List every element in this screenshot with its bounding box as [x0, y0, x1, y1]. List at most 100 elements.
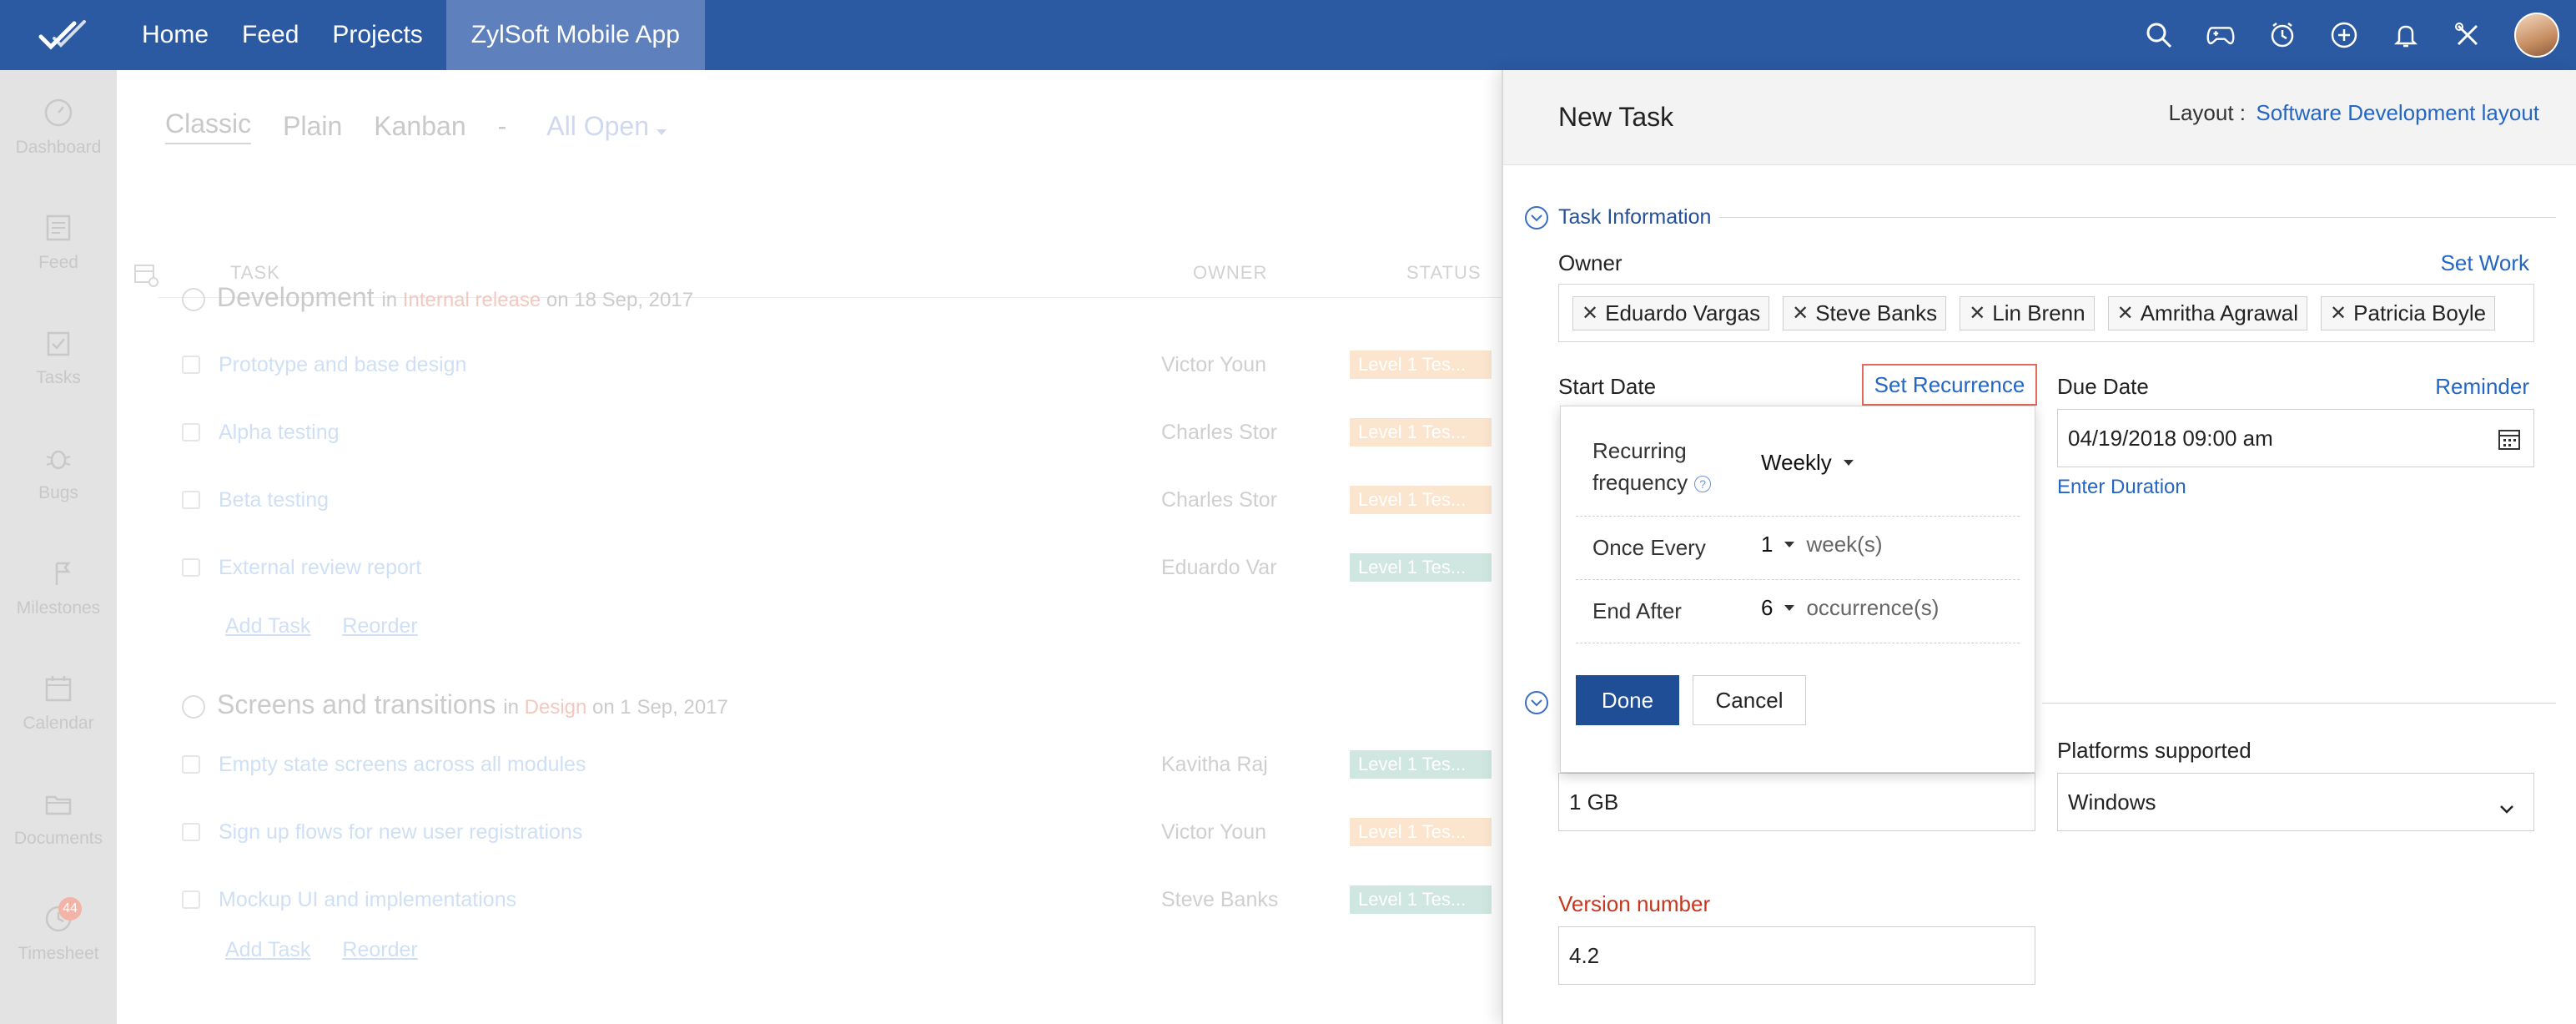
status-badge[interactable]: Level 1 Tes...: [1350, 750, 1492, 779]
sidebar-item-dashboard[interactable]: Dashboard: [0, 70, 117, 185]
add-task-link[interactable]: Add Task: [225, 938, 310, 962]
collapse-icon[interactable]: [1525, 205, 1548, 230]
status-badge[interactable]: Level 1 Tes...: [1350, 418, 1492, 446]
table-row[interactable]: Beta testing Charles Stor Level 1 Tes...: [182, 483, 1500, 517]
tab-plain[interactable]: Plain: [283, 111, 342, 142]
remove-icon[interactable]: ✕: [1969, 301, 1985, 325]
nav-projects[interactable]: Projects: [315, 0, 439, 70]
gamepad-icon[interactable]: [2206, 20, 2236, 50]
app-logo-icon[interactable]: [0, 0, 125, 70]
feed-icon: [46, 214, 71, 241]
left-sidebar: Dashboard Feed Tasks Bugs Milestones Cal…: [0, 70, 117, 1024]
table-row[interactable]: Prototype and base design Victor Youn Le…: [182, 348, 1500, 381]
tools-icon[interactable]: [2453, 20, 2483, 50]
table-row[interactable]: Mockup UI and implementations Steve Bank…: [182, 883, 1500, 916]
version-input[interactable]: 4.2: [1558, 926, 2035, 985]
section-task-information[interactable]: Task Information: [1525, 205, 2556, 230]
timer-icon[interactable]: [2267, 20, 2297, 50]
due-date-label: Due Date: [2057, 374, 2149, 399]
remove-icon[interactable]: ✕: [1582, 301, 1598, 325]
dashboard-icon: [44, 98, 73, 127]
milestone-icon: [55, 562, 71, 585]
row-checkbox[interactable]: [182, 558, 200, 577]
reorder-link[interactable]: Reorder: [342, 938, 417, 962]
task-name[interactable]: Sign up flows for new user registrations: [219, 820, 1161, 845]
task-name[interactable]: Alpha testing: [219, 421, 1161, 445]
sidebar-item-milestones[interactable]: Milestones: [0, 531, 117, 646]
nav-home[interactable]: Home: [125, 0, 225, 70]
enter-duration-link[interactable]: Enter Duration: [2057, 476, 2186, 499]
set-work-link[interactable]: Set Work: [2441, 250, 2529, 276]
column-settings-icon[interactable]: [133, 264, 158, 291]
timesheet-badge: 44: [58, 897, 82, 921]
task-owner: Charles Stor: [1161, 420, 1277, 444]
bell-icon[interactable]: [2391, 20, 2421, 50]
task-name[interactable]: Prototype and base design: [219, 353, 1161, 377]
sidebar-item-timesheet[interactable]: Timesheet: [0, 876, 117, 991]
once-every-select[interactable]: 1 week(s): [1761, 532, 1882, 557]
nav-active-project[interactable]: ZylSoft Mobile App: [445, 0, 705, 70]
collapse-icon[interactable]: [182, 287, 205, 311]
search-icon[interactable]: [2144, 20, 2174, 50]
task-name[interactable]: Mockup UI and implementations: [219, 888, 1161, 912]
owner-field[interactable]: ✕ Eduardo Vargas ✕ Steve Banks ✕ Lin Brenn …: [1558, 284, 2534, 342]
sidebar-item-tasks[interactable]: Tasks: [0, 300, 117, 416]
sidebar-item-calendar[interactable]: Calendar: [0, 646, 117, 761]
row-checkbox[interactable]: [182, 423, 200, 441]
calendar-icon[interactable]: [2497, 426, 2522, 457]
table-row[interactable]: Empty state screens across all modules K…: [182, 748, 1500, 781]
sidebar-item-bugs[interactable]: Bugs: [0, 416, 117, 531]
reminder-link[interactable]: Reminder: [2435, 374, 2529, 400]
table-row[interactable]: Alpha testing Charles Stor Level 1 Tes..…: [182, 416, 1500, 449]
column-header-status[interactable]: STATUS: [1406, 262, 1482, 284]
status-badge[interactable]: Level 1 Tes...: [1350, 553, 1492, 582]
add-icon[interactable]: [2329, 20, 2359, 50]
task-name[interactable]: Beta testing: [219, 488, 1161, 512]
add-task-link[interactable]: Add Task: [225, 614, 310, 638]
sidebar-item-feed[interactable]: Feed: [0, 185, 117, 300]
row-checkbox[interactable]: [182, 823, 200, 841]
due-date-input[interactable]: 04/19/2018 09:00 am: [2057, 409, 2534, 467]
remove-icon[interactable]: ✕: [2330, 301, 2347, 325]
group-header[interactable]: Screens and transitions in Design on 1 S…: [182, 689, 728, 720]
task-owner: Victor Youn: [1161, 352, 1267, 376]
cancel-button[interactable]: Cancel: [1693, 675, 1806, 725]
remove-icon[interactable]: ✕: [2117, 301, 2134, 325]
reorder-link[interactable]: Reorder: [342, 614, 417, 638]
group-on: on: [546, 289, 569, 311]
collapse-icon[interactable]: [1525, 691, 1548, 714]
frequency-select[interactable]: Weekly: [1761, 450, 1854, 476]
set-recurrence-button[interactable]: Set Recurrence: [1862, 364, 2037, 406]
layout-selector[interactable]: Software Development layout: [2256, 100, 2539, 126]
collapse-icon[interactable]: [182, 694, 205, 719]
filter-dropdown[interactable]: All Open: [546, 111, 667, 142]
row-checkbox[interactable]: [182, 356, 200, 374]
tab-kanban[interactable]: Kanban: [374, 111, 465, 142]
size-input[interactable]: 1 GB: [1558, 773, 2035, 831]
status-badge[interactable]: Level 1 Tes...: [1350, 885, 1492, 914]
help-icon[interactable]: ?: [1694, 476, 1712, 493]
task-owner: Kavitha Raj: [1161, 752, 1268, 776]
remove-icon[interactable]: ✕: [1792, 301, 1809, 325]
table-row[interactable]: External review report Eduardo Var Level…: [182, 551, 1500, 584]
platforms-select[interactable]: Windows: [2057, 773, 2534, 831]
column-header-owner[interactable]: OWNER: [1193, 262, 1267, 284]
task-name[interactable]: Empty state screens across all modules: [219, 753, 1161, 777]
status-badge[interactable]: Level 1 Tes...: [1350, 818, 1492, 846]
status-badge[interactable]: Level 1 Tes...: [1350, 351, 1492, 379]
row-checkbox[interactable]: [182, 890, 200, 909]
status-badge[interactable]: Level 1 Tes...: [1350, 486, 1492, 514]
end-after-select[interactable]: 6 occurrence(s): [1761, 595, 1939, 621]
user-avatar[interactable]: [2514, 13, 2559, 58]
sidebar-item-documents[interactable]: Documents: [0, 761, 117, 876]
row-checkbox[interactable]: [182, 491, 200, 509]
task-name[interactable]: External review report: [219, 556, 1161, 580]
tasks-icon: [47, 331, 70, 356]
table-row[interactable]: Sign up flows for new user registrations…: [182, 815, 1500, 849]
done-button[interactable]: Done: [1576, 675, 1679, 725]
column-header-task[interactable]: TASK: [230, 262, 280, 284]
tab-classic[interactable]: Classic: [165, 108, 252, 144]
group-header[interactable]: Development in Internal release on 18 Se…: [182, 282, 693, 313]
nav-feed[interactable]: Feed: [225, 0, 315, 70]
row-checkbox[interactable]: [182, 755, 200, 774]
